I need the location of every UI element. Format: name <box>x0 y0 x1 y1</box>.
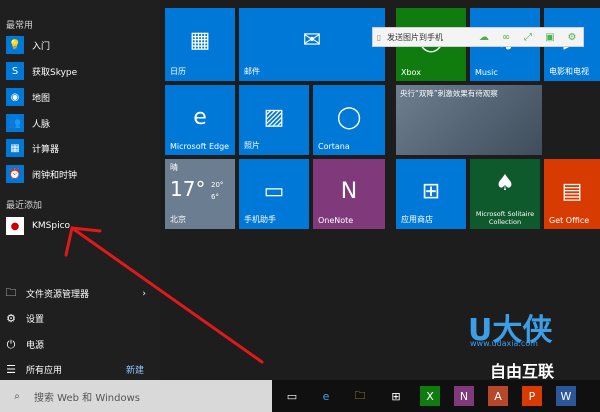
phone-companion-icon: ▭ <box>263 179 285 204</box>
tile-label: 日历 <box>170 67 186 76</box>
cards-icon: ♠ <box>495 171 515 196</box>
send-photo-popup[interactable]: ▯ 发送图片到手机 ☁ ∞ ⤢ ▣ ⚙ <box>372 27 584 47</box>
link-icon[interactable]: ∞ <box>495 32 517 43</box>
tile-label: Microsoft Edge <box>170 142 230 151</box>
onenote-icon: N <box>340 179 358 204</box>
office-icon: ▤ <box>561 179 583 204</box>
word-icon[interactable]: W <box>556 386 576 406</box>
search-icon: ⌕ <box>14 390 20 402</box>
tile-label: 电影和电视 <box>549 67 589 76</box>
store-taskbar-icon[interactable]: ⊞ <box>386 386 406 406</box>
tile-weather[interactable]: 晴 17° 20° 6° 北京 <box>165 159 235 229</box>
taskbar: ⌕ 搜索 Web 和 Windows ▭ e 🗀 ⊞ X N A P W <box>0 380 600 412</box>
folder-taskbar-icon[interactable]: 🗀 <box>350 386 370 406</box>
weather-low: 6° <box>211 193 219 201</box>
weather-city: 北京 <box>170 215 186 224</box>
tile-label: Cortana <box>318 142 350 151</box>
access-icon[interactable]: A <box>488 386 508 406</box>
tile-phone[interactable]: ▭ 手机助手 <box>239 159 309 229</box>
news-headline: 央行“双降”刺激效果有待观察 <box>400 89 498 98</box>
tile-solitaire[interactable]: ♠ Microsoft Solitaire Collection <box>470 159 540 229</box>
photos-icon: ▨ <box>263 105 285 130</box>
send-photo-label[interactable]: 发送图片到手机 <box>387 32 473 43</box>
tile-label: Xbox <box>401 68 421 77</box>
tile-label: Music <box>475 68 498 77</box>
tile-mail[interactable]: ✉ 邮件 <box>239 8 385 81</box>
tile-onenote[interactable]: N OneNote <box>313 159 385 229</box>
tile-label: 应用商店 <box>401 215 433 224</box>
save-icon[interactable]: ▣ <box>539 32 561 43</box>
weather-condition: 晴 <box>170 163 178 172</box>
store-icon: ⊞ <box>421 179 441 204</box>
tile-label: Get Office <box>549 216 590 225</box>
watermark-sub: 自由互联 <box>490 362 555 381</box>
tile-office[interactable]: ▤ Get Office <box>544 159 600 229</box>
tile-photos[interactable]: ▨ 照片 <box>239 85 309 155</box>
excel-icon[interactable]: X <box>420 386 440 406</box>
edge-icon: e <box>193 105 207 130</box>
cortana-icon: ◯ <box>336 105 362 130</box>
tile-news[interactable]: 央行“双降”刺激效果有待观察 <box>396 85 542 155</box>
tile-cortana[interactable]: ◯ Cortana <box>313 85 385 155</box>
tile-label: 照片 <box>244 141 260 150</box>
phone-icon: ▯ <box>376 32 382 42</box>
cloud-icon[interactable]: ☁ <box>473 32 495 43</box>
edge-taskbar-icon[interactable]: e <box>316 386 336 406</box>
weather-high: 20° <box>211 181 224 189</box>
tile-store[interactable]: ⊞ 应用商店 <box>396 159 466 229</box>
expand-icon[interactable]: ⤢ <box>517 32 539 43</box>
gear-icon[interactable]: ⚙ <box>561 32 583 43</box>
tile-calendar[interactable]: ▦ 日历 <box>165 8 235 81</box>
tile-label: Microsoft Solitaire Collection <box>475 210 535 226</box>
tile-label: 手机助手 <box>244 215 276 224</box>
task-view-icon[interactable]: ▭ <box>282 386 302 406</box>
weather-temp: 17° <box>170 177 206 201</box>
powerpoint-icon[interactable]: P <box>522 386 542 406</box>
tile-edge[interactable]: e Microsoft Edge <box>165 85 235 155</box>
mail-icon: ✉ <box>302 28 322 53</box>
search-placeholder: 搜索 Web 和 Windows <box>34 392 140 404</box>
calendar-icon: ▦ <box>189 28 211 53</box>
onenote-taskbar-icon[interactable]: N <box>454 386 474 406</box>
tile-label: 邮件 <box>244 67 260 76</box>
search-box[interactable]: ⌕ 搜索 Web 和 Windows <box>0 380 272 412</box>
watermark-url: www.udaxia.com <box>470 339 538 348</box>
tile-label: OneNote <box>318 216 354 225</box>
